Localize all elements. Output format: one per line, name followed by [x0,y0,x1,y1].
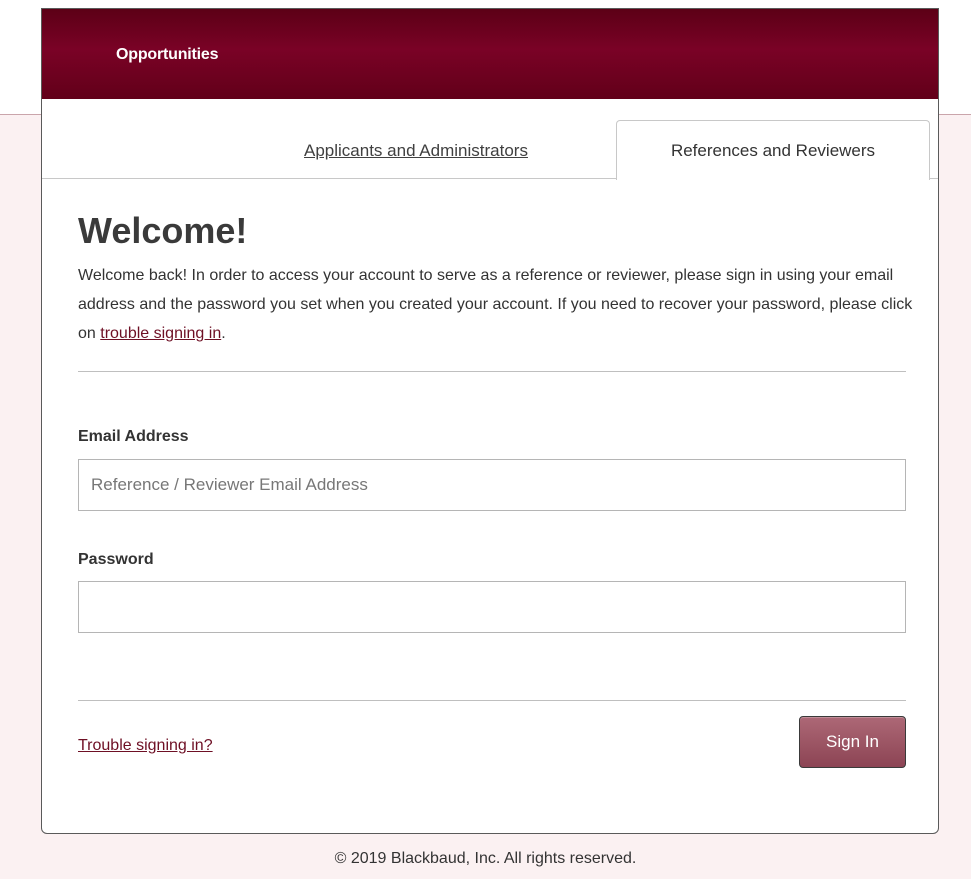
email-input[interactable] [78,459,906,511]
tab-references-reviewers[interactable]: References and Reviewers [616,120,930,180]
welcome-text-end: . [221,325,226,342]
sign-in-button[interactable]: Sign In [799,716,906,768]
trouble-signing-in-inline-link[interactable]: trouble signing in [100,325,221,342]
login-card: Opportunities Applicants and Administrat… [41,8,939,834]
header-bar: Opportunities [42,9,938,99]
welcome-text: Welcome back! In order to access your ac… [78,261,918,348]
divider-top [78,371,906,372]
header-title: Opportunities [116,46,219,63]
password-input[interactable] [78,581,906,633]
tab-applicants-administrators[interactable]: Applicants and Administrators [304,141,528,161]
divider-bottom [78,700,906,701]
footer-copyright: © 2019 Blackbaud, Inc. All rights reserv… [334,850,637,867]
password-label: Password [78,551,154,568]
email-label: Email Address [78,428,189,445]
welcome-title: Welcome! [78,210,248,251]
trouble-signing-in-link[interactable]: Trouble signing in? [78,737,213,755]
